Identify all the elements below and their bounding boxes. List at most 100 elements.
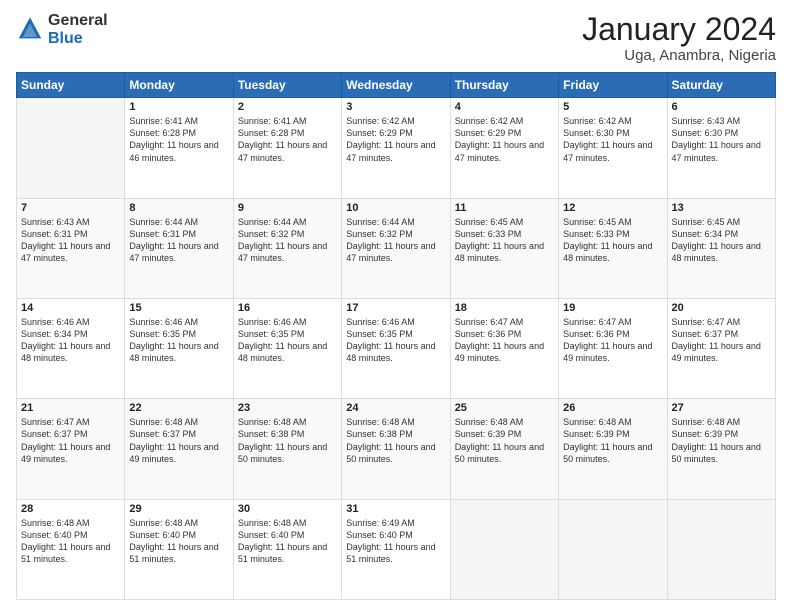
calendar-cell: 3 Sunrise: 6:42 AMSunset: 6:29 PMDaylight… [342,98,450,198]
calendar-cell: 31 Sunrise: 6:49 AMSunset: 6:40 PMDayligh… [342,499,450,599]
day-info: Sunrise: 6:46 AMSunset: 6:35 PMDaylight:… [238,316,337,365]
calendar-cell: 24 Sunrise: 6:48 AMSunset: 6:38 PMDayligh… [342,399,450,499]
day-number: 31 [346,503,445,515]
day-info: Sunrise: 6:48 AMSunset: 6:37 PMDaylight:… [129,416,228,465]
day-info: Sunrise: 6:44 AMSunset: 6:31 PMDaylight:… [129,216,228,265]
calendar-cell: 12Sunrise: 6:45 AMSunset: 6:33 PMDayligh… [559,198,667,298]
day-info: Sunrise: 6:45 AMSunset: 6:33 PMDaylight:… [455,216,554,265]
day-info: Sunrise: 6:45 AMSunset: 6:33 PMDaylight:… [563,216,662,265]
day-number: 26 [563,402,662,414]
calendar-cell: 27Sunrise: 6:48 AMSunset: 6:39 PMDayligh… [667,399,775,499]
col-header-thursday: Thursday [450,73,558,98]
day-info: Sunrise: 6:48 AMSunset: 6:40 PMDaylight:… [238,517,337,566]
calendar-cell [450,499,558,599]
calendar-cell: 19 Sunrise: 6:47 AMSunset: 6:36 PMDayligh… [559,298,667,398]
day-info: Sunrise: 6:48 AMSunset: 6:40 PMDaylight:… [21,517,120,566]
day-info: Sunrise: 6:44 AMSunset: 6:32 PMDaylight:… [238,216,337,265]
calendar-cell: 8 Sunrise: 6:44 AMSunset: 6:31 PMDaylight… [125,198,233,298]
calendar-cell: 30Sunrise: 6:48 AMSunset: 6:40 PMDayligh… [233,499,341,599]
day-info: Sunrise: 6:49 AMSunset: 6:40 PMDaylight:… [346,517,445,566]
day-info: Sunrise: 6:41 AMSunset: 6:28 PMDaylight:… [129,115,228,164]
day-number: 28 [21,503,120,515]
day-info: Sunrise: 6:48 AMSunset: 6:38 PMDaylight:… [346,416,445,465]
day-number: 5 [563,101,662,113]
calendar-week-5: 28 Sunrise: 6:48 AMSunset: 6:40 PMDayligh… [17,499,776,599]
calendar-cell: 14Sunrise: 6:46 AMSunset: 6:34 PMDayligh… [17,298,125,398]
day-info: Sunrise: 6:47 AMSunset: 6:36 PMDaylight:… [563,316,662,365]
sub-title: Uga, Anambra, Nigeria [582,47,776,64]
day-number: 17 [346,302,445,314]
calendar-week-4: 21 Sunrise: 6:47 AMSunset: 6:37 PMDayligh… [17,399,776,499]
calendar-cell: 1 Sunrise: 6:41 AMSunset: 6:28 PMDaylight… [125,98,233,198]
day-info: Sunrise: 6:48 AMSunset: 6:38 PMDaylight:… [238,416,337,465]
day-info: Sunrise: 6:48 AMSunset: 6:39 PMDaylight:… [455,416,554,465]
calendar-week-1: 1 Sunrise: 6:41 AMSunset: 6:28 PMDaylight… [17,98,776,198]
day-info: Sunrise: 6:47 AMSunset: 6:36 PMDaylight:… [455,316,554,365]
day-number: 21 [21,402,120,414]
day-info: Sunrise: 6:46 AMSunset: 6:35 PMDaylight:… [346,316,445,365]
day-info: Sunrise: 6:43 AMSunset: 6:30 PMDaylight:… [672,115,771,164]
day-number: 6 [672,101,771,113]
day-number: 10 [346,202,445,214]
day-number: 2 [238,101,337,113]
day-number: 9 [238,202,337,214]
day-info: Sunrise: 6:42 AMSunset: 6:29 PMDaylight:… [455,115,554,164]
calendar-cell [667,499,775,599]
day-number: 22 [129,402,228,414]
logo-text: General Blue [48,12,108,47]
day-info: Sunrise: 6:47 AMSunset: 6:37 PMDaylight:… [21,416,120,465]
day-number: 16 [238,302,337,314]
calendar-cell: 29 Sunrise: 6:48 AMSunset: 6:40 PMDayligh… [125,499,233,599]
day-number: 29 [129,503,228,515]
day-info: Sunrise: 6:44 AMSunset: 6:32 PMDaylight:… [346,216,445,265]
day-number: 23 [238,402,337,414]
day-number: 19 [563,302,662,314]
calendar-week-2: 7Sunrise: 6:43 AMSunset: 6:31 PMDaylight… [17,198,776,298]
calendar-cell: 10 Sunrise: 6:44 AMSunset: 6:32 PMDayligh… [342,198,450,298]
logo-blue: Blue [48,30,108,48]
day-number: 20 [672,302,771,314]
calendar-cell: 2 Sunrise: 6:41 AMSunset: 6:28 PMDaylight… [233,98,341,198]
calendar-cell: 25 Sunrise: 6:48 AMSunset: 6:39 PMDayligh… [450,399,558,499]
day-number: 25 [455,402,554,414]
day-number: 13 [672,202,771,214]
day-number: 3 [346,101,445,113]
col-header-friday: Friday [559,73,667,98]
calendar-cell [17,98,125,198]
day-number: 14 [21,302,120,314]
calendar-table: SundayMondayTuesdayWednesdayThursdayFrid… [16,72,776,600]
day-info: Sunrise: 6:42 AMSunset: 6:29 PMDaylight:… [346,115,445,164]
calendar-cell: 9 Sunrise: 6:44 AMSunset: 6:32 PMDaylight… [233,198,341,298]
col-header-sunday: Sunday [17,73,125,98]
calendar-cell: 11 Sunrise: 6:45 AMSunset: 6:33 PMDayligh… [450,198,558,298]
day-number: 1 [129,101,228,113]
calendar-cell: 13Sunrise: 6:45 AMSunset: 6:34 PMDayligh… [667,198,775,298]
day-info: Sunrise: 6:41 AMSunset: 6:28 PMDaylight:… [238,115,337,164]
calendar-cell: 4 Sunrise: 6:42 AMSunset: 6:29 PMDaylight… [450,98,558,198]
col-header-wednesday: Wednesday [342,73,450,98]
calendar-header-row: SundayMondayTuesdayWednesdayThursdayFrid… [17,73,776,98]
day-info: Sunrise: 6:48 AMSunset: 6:39 PMDaylight:… [672,416,771,465]
calendar-cell: 28 Sunrise: 6:48 AMSunset: 6:40 PMDayligh… [17,499,125,599]
calendar-cell: 5Sunrise: 6:42 AMSunset: 6:30 PMDaylight… [559,98,667,198]
main-title: January 2024 [582,12,776,47]
day-info: Sunrise: 6:46 AMSunset: 6:35 PMDaylight:… [129,316,228,365]
day-number: 4 [455,101,554,113]
col-header-saturday: Saturday [667,73,775,98]
calendar-cell [559,499,667,599]
calendar-cell: 20Sunrise: 6:47 AMSunset: 6:37 PMDayligh… [667,298,775,398]
day-number: 24 [346,402,445,414]
day-number: 8 [129,202,228,214]
logo: General Blue [16,12,108,47]
calendar-body: 1 Sunrise: 6:41 AMSunset: 6:28 PMDaylight… [17,98,776,600]
day-number: 11 [455,202,554,214]
calendar-cell: 6 Sunrise: 6:43 AMSunset: 6:30 PMDaylight… [667,98,775,198]
calendar-cell: 18Sunrise: 6:47 AMSunset: 6:36 PMDayligh… [450,298,558,398]
day-info: Sunrise: 6:48 AMSunset: 6:40 PMDaylight:… [129,517,228,566]
col-header-tuesday: Tuesday [233,73,341,98]
header: General Blue January 2024 Uga, Anambra, … [16,12,776,64]
calendar-cell: 7Sunrise: 6:43 AMSunset: 6:31 PMDaylight… [17,198,125,298]
col-header-monday: Monday [125,73,233,98]
calendar-cell: 22 Sunrise: 6:48 AMSunset: 6:37 PMDayligh… [125,399,233,499]
day-number: 7 [21,202,120,214]
